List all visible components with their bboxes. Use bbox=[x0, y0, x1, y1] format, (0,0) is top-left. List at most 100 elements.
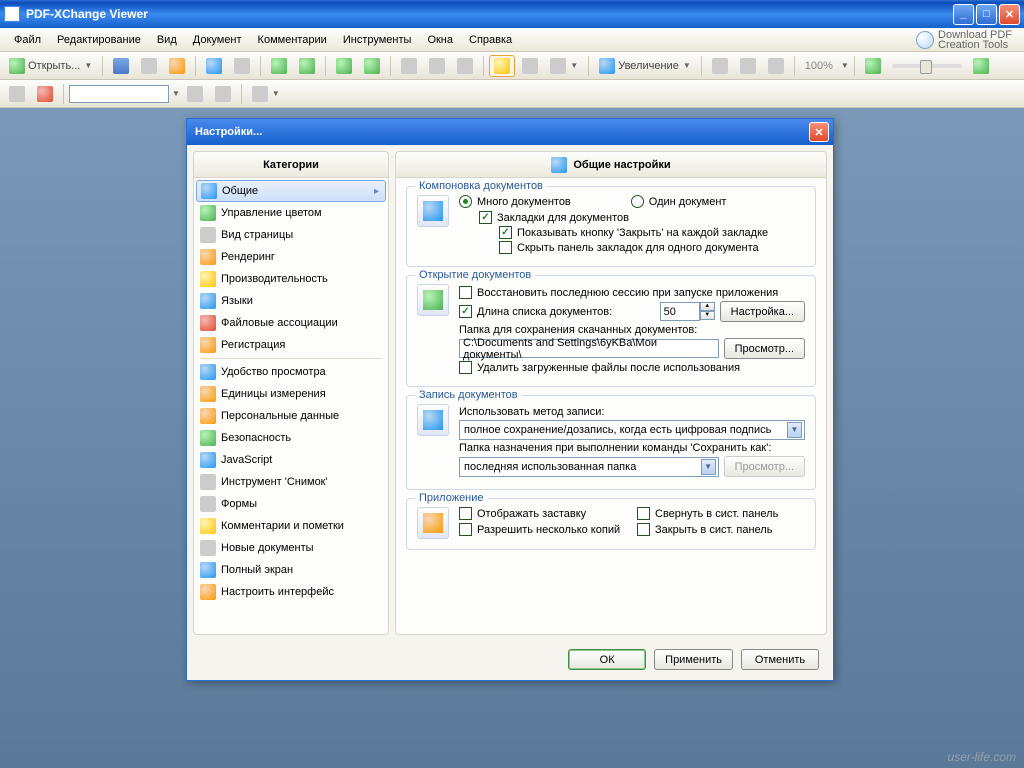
shield-icon bbox=[200, 430, 216, 446]
menu-comments[interactable]: Комментарии bbox=[250, 31, 335, 49]
hand-tool-button[interactable] bbox=[489, 55, 515, 77]
export-button[interactable] bbox=[201, 55, 227, 77]
radio-single-doc[interactable]: Один документ bbox=[631, 195, 727, 208]
fullscreen-icon bbox=[200, 562, 216, 578]
cat-browse[interactable]: Удобство просмотра bbox=[194, 361, 388, 383]
menu-edit[interactable]: Редактирование bbox=[49, 31, 149, 49]
nav-back-button[interactable] bbox=[266, 55, 292, 77]
chk-splash[interactable] bbox=[459, 507, 472, 520]
saveas-folder-combo[interactable]: последняя использованная папка▼ bbox=[459, 457, 719, 477]
chk-delete-after-use[interactable] bbox=[459, 361, 472, 374]
apply-button[interactable]: Применить bbox=[654, 649, 733, 670]
redo-button[interactable] bbox=[359, 55, 385, 77]
ok-button[interactable]: ОК bbox=[568, 649, 646, 670]
toolbar-secondary: ▼ ▼ bbox=[0, 80, 1024, 108]
spin-down[interactable]: ▼ bbox=[700, 311, 715, 320]
fit-page-button[interactable] bbox=[707, 55, 733, 77]
select-button[interactable]: ▼ bbox=[545, 55, 583, 77]
menu-tools[interactable]: Инструменты bbox=[335, 31, 420, 49]
cat-reg[interactable]: Регистрация bbox=[194, 334, 388, 356]
ruler-icon bbox=[200, 386, 216, 402]
chk-hide-tabbar[interactable] bbox=[499, 241, 512, 254]
mru-spin[interactable]: 50 bbox=[660, 302, 700, 321]
cat-security[interactable]: Безопасность bbox=[194, 427, 388, 449]
fit-width-button[interactable] bbox=[735, 55, 761, 77]
zoom-out-button[interactable] bbox=[860, 55, 886, 77]
cat-lang[interactable]: Языки bbox=[194, 290, 388, 312]
find-next-button[interactable] bbox=[210, 83, 236, 105]
open-button[interactable]: Открыть...▼ bbox=[4, 55, 97, 77]
tool3-button[interactable] bbox=[452, 55, 478, 77]
chk-close-tray[interactable] bbox=[637, 523, 650, 536]
settings-dialog: Настройки... ✕ Категории Общие Управлени… bbox=[186, 118, 834, 681]
zoom-tool-button[interactable]: Увеличение▼ bbox=[594, 55, 696, 77]
undo-button[interactable] bbox=[331, 55, 357, 77]
maximize-button[interactable]: □ bbox=[976, 4, 997, 25]
email-icon bbox=[169, 58, 185, 74]
menu-file[interactable]: Файл bbox=[6, 31, 49, 49]
cat-perf[interactable]: Производительность bbox=[194, 268, 388, 290]
highlight-button[interactable]: ▼ bbox=[247, 83, 285, 105]
hand-icon bbox=[494, 58, 510, 74]
find-input[interactable] bbox=[69, 85, 169, 103]
menu-help[interactable]: Справка bbox=[461, 31, 520, 49]
browse-download-path-button[interactable]: Просмотр... bbox=[724, 338, 805, 359]
chk-mru-length[interactable]: ✓ bbox=[459, 305, 472, 318]
menu-document[interactable]: Документ bbox=[185, 31, 250, 49]
mru-config-button[interactable]: Настройка... bbox=[720, 301, 805, 322]
cat-customize[interactable]: Настроить интерфейс bbox=[194, 581, 388, 603]
find-prev-button[interactable] bbox=[182, 83, 208, 105]
chk-multi-inst[interactable] bbox=[459, 523, 472, 536]
cat-pageview[interactable]: Вид страницы bbox=[194, 224, 388, 246]
cat-color[interactable]: Управление цветом bbox=[194, 202, 388, 224]
download-path-input[interactable]: C:\Documents and Settings\6yKBa\Мои доку… bbox=[459, 339, 719, 358]
dialog-close-button[interactable]: ✕ bbox=[809, 122, 829, 142]
assoc-icon bbox=[200, 315, 216, 331]
camera-icon bbox=[200, 474, 216, 490]
menu-windows[interactable]: Окна bbox=[419, 31, 461, 49]
zoom-in-button[interactable] bbox=[968, 55, 994, 77]
cat-newdoc[interactable]: Новые документы bbox=[194, 537, 388, 559]
save-method-combo[interactable]: полное сохранение/дозапись, когда есть ц… bbox=[459, 420, 805, 440]
cat-assoc[interactable]: Файловые ассоциации bbox=[194, 312, 388, 334]
form-icon bbox=[200, 496, 216, 512]
tool1-button[interactable] bbox=[396, 55, 422, 77]
cat-forms[interactable]: Формы bbox=[194, 493, 388, 515]
chk-tabs[interactable]: ✓ bbox=[479, 211, 492, 224]
ocr-button[interactable] bbox=[229, 55, 255, 77]
cat-fullscreen[interactable]: Полный экран bbox=[194, 559, 388, 581]
ad-button[interactable] bbox=[32, 83, 58, 105]
zoom-percent[interactable]: 100% bbox=[800, 57, 838, 75]
dialog-titlebar[interactable]: Настройки... ✕ bbox=[187, 119, 833, 145]
nav-fwd-button[interactable] bbox=[294, 55, 320, 77]
fit-actual-button[interactable] bbox=[763, 55, 789, 77]
radio-multi-doc[interactable]: Много документов bbox=[459, 195, 571, 208]
snapshot-button[interactable] bbox=[517, 55, 543, 77]
cat-personal[interactable]: Персональные данные bbox=[194, 405, 388, 427]
open-icon bbox=[417, 284, 449, 316]
tool2-button[interactable] bbox=[424, 55, 450, 77]
print-icon bbox=[141, 58, 157, 74]
email-button[interactable] bbox=[164, 55, 190, 77]
download-pdf-tools-link[interactable]: Download PDFCreation Tools bbox=[910, 28, 1018, 52]
cat-snapshot[interactable]: Инструмент 'Снимок' bbox=[194, 471, 388, 493]
chk-close-on-tab[interactable]: ✓ bbox=[499, 226, 512, 239]
color-icon bbox=[200, 205, 216, 221]
print-button[interactable] bbox=[136, 55, 162, 77]
cat-render[interactable]: Рендеринг bbox=[194, 246, 388, 268]
chk-min-tray[interactable] bbox=[637, 507, 650, 520]
folder-open-icon bbox=[9, 58, 25, 74]
minimize-button[interactable]: _ bbox=[953, 4, 974, 25]
save-button[interactable] bbox=[108, 55, 134, 77]
zoom-slider[interactable] bbox=[892, 64, 962, 68]
menu-view[interactable]: Вид bbox=[149, 31, 185, 49]
close-button[interactable]: ✕ bbox=[999, 4, 1020, 25]
cat-general[interactable]: Общие bbox=[196, 180, 386, 202]
cat-annot[interactable]: Комментарии и пометки bbox=[194, 515, 388, 537]
chk-restore-session[interactable] bbox=[459, 286, 472, 299]
spin-up[interactable]: ▲ bbox=[700, 302, 715, 311]
cat-js[interactable]: JavaScript bbox=[194, 449, 388, 471]
cat-units[interactable]: Единицы измерения bbox=[194, 383, 388, 405]
cancel-button[interactable]: Отменить bbox=[741, 649, 819, 670]
link-button[interactable] bbox=[4, 83, 30, 105]
